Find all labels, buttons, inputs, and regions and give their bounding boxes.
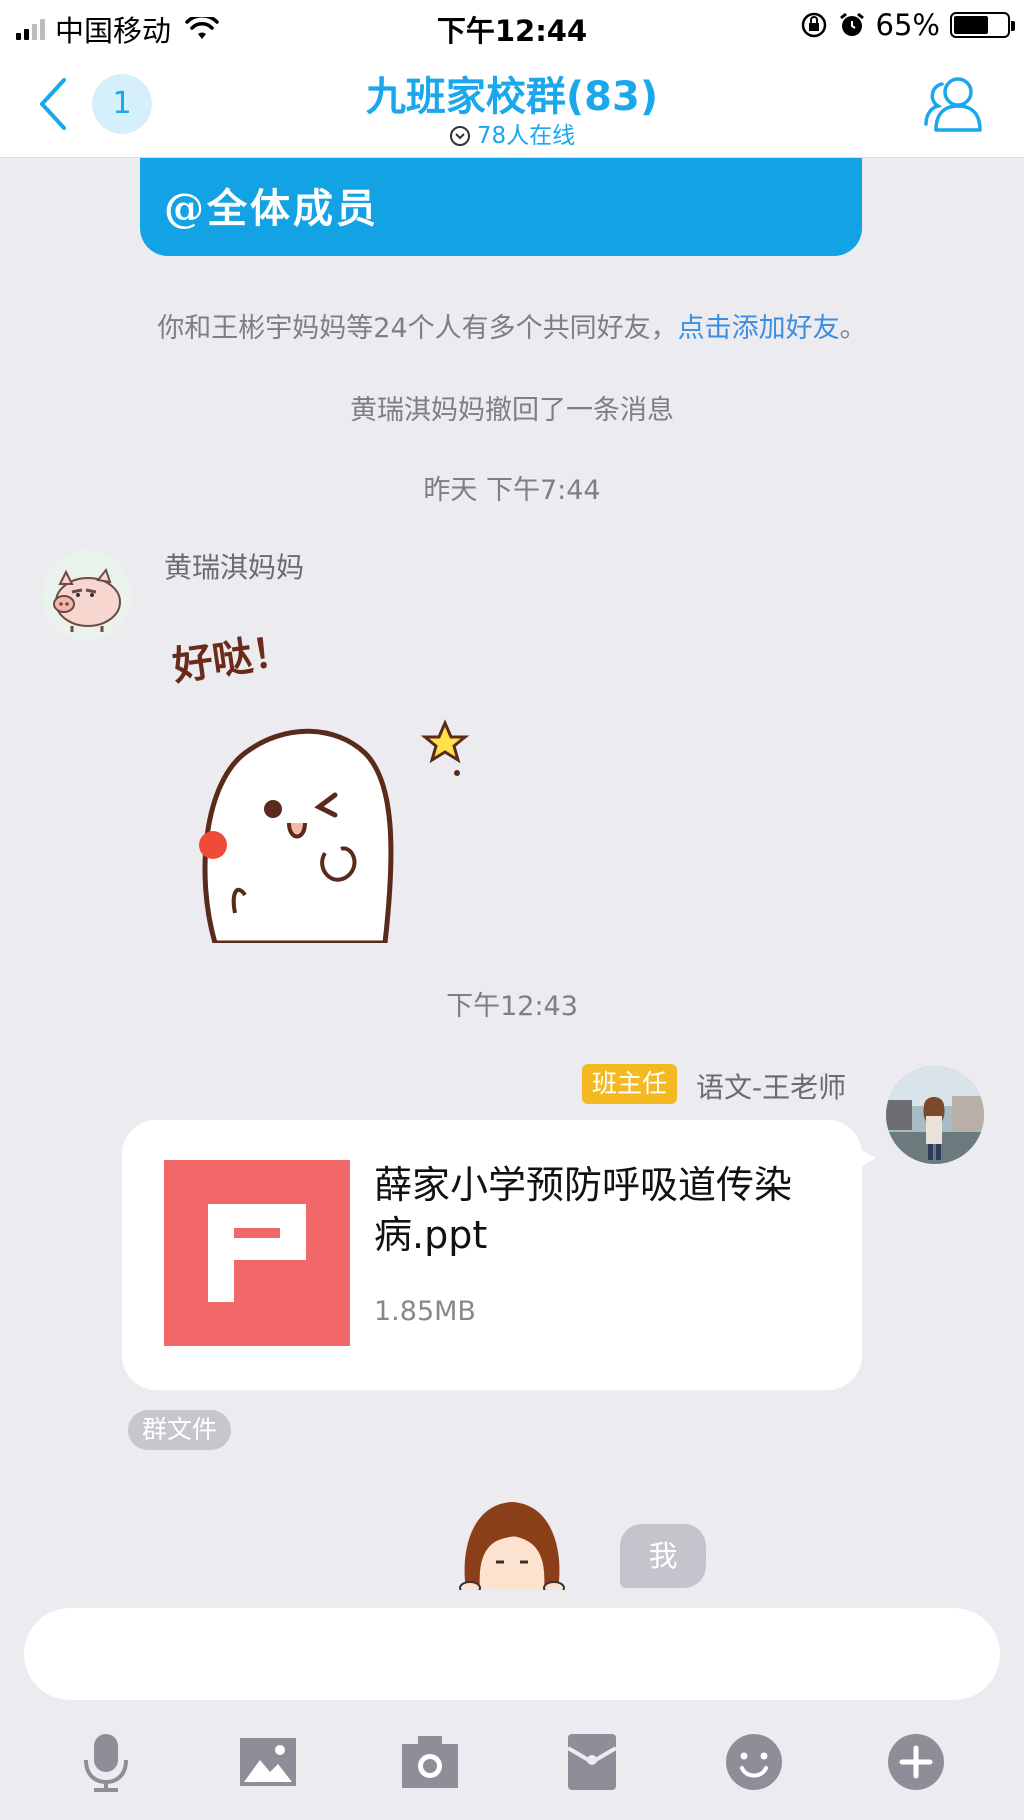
timestamp-yesterday: 昨天 下午7:44 <box>423 475 601 506</box>
photo-avatar-icon <box>886 1066 984 1164</box>
sender-avatar-pig[interactable] <box>42 550 132 640</box>
online-status[interactable]: 78人在线 <box>0 116 1024 150</box>
plus-icon[interactable] <box>884 1730 948 1794</box>
orientation-lock-icon <box>801 12 826 38</box>
red-packet-icon[interactable] <box>560 1730 624 1794</box>
message-input[interactable] <box>24 1608 1000 1700</box>
previous-message-bubble[interactable]: @全体成员 <box>140 158 862 256</box>
chevron-down-circle-icon <box>449 126 470 146</box>
file-name: 薛家小学预防呼吸道传染病.ppt <box>374 1163 793 1257</box>
battery-percent: 65% <box>875 8 940 42</box>
emoji-icon[interactable] <box>722 1730 786 1794</box>
common-friends-text: 你和王彬宇妈妈等24个人有多个共同好友， <box>157 313 678 344</box>
my-avatar-cartoon[interactable] <box>452 1490 572 1590</box>
camera-icon[interactable] <box>398 1730 462 1794</box>
chat-header: 1 九班家校群(83) 78人在线 <box>0 52 1024 158</box>
common-friends-notice: 你和王彬宇妈妈等24个人有多个共同好友，点击添加好友。 <box>0 306 1024 345</box>
me-label: 我 <box>620 1524 706 1588</box>
sticker-text: 好哒！ <box>169 627 295 690</box>
timestamp-today: 下午12:43 <box>446 991 578 1022</box>
image-icon[interactable] <box>236 1730 300 1794</box>
microphone-icon[interactable] <box>74 1730 138 1794</box>
sender-name-teacher[interactable]: 语文-王老师 <box>696 1066 846 1106</box>
group-file-tag[interactable]: 群文件 <box>128 1410 232 1450</box>
mention-all-text: @全体成员 <box>164 185 379 232</box>
input-toolbar <box>0 1716 1024 1816</box>
file-message-bubble[interactable]: 薛家小学预防呼吸道传染病.ppt 1.85MB <box>122 1120 876 1390</box>
pig-icon <box>53 567 121 632</box>
status-right: 65% <box>800 8 1015 42</box>
battery-icon <box>950 12 1015 38</box>
status-bar: 中国移动 下午12:44 65% <box>0 0 1024 52</box>
sticker-image[interactable]: 好哒！ <box>165 613 505 943</box>
chat-messages[interactable]: @全体成员 你和王彬宇妈妈等24个人有多个共同好友，点击添加好友。 黄瑞淇妈妈撤… <box>0 158 1024 1606</box>
teacher-avatar[interactable] <box>886 1066 984 1164</box>
input-area <box>0 1606 1024 1820</box>
group-members-icon[interactable] <box>922 72 988 138</box>
ppt-file-icon <box>164 1160 350 1346</box>
head-teacher-badge: 班主任 <box>582 1064 678 1104</box>
group-title[interactable]: 九班家校群(83) <box>0 64 1024 122</box>
add-friend-suffix: 。 <box>839 313 867 344</box>
sender-name[interactable]: 黄瑞淇妈妈 <box>164 546 304 586</box>
alarm-icon <box>839 12 864 36</box>
battery-fill <box>954 16 988 34</box>
file-size: 1.85MB <box>374 1296 476 1327</box>
add-friend-link[interactable]: 点击添加好友 <box>678 313 840 344</box>
online-count: 78人在线 <box>476 123 576 149</box>
recall-notice: 黄瑞淇妈妈撤回了一条消息 <box>350 395 674 426</box>
